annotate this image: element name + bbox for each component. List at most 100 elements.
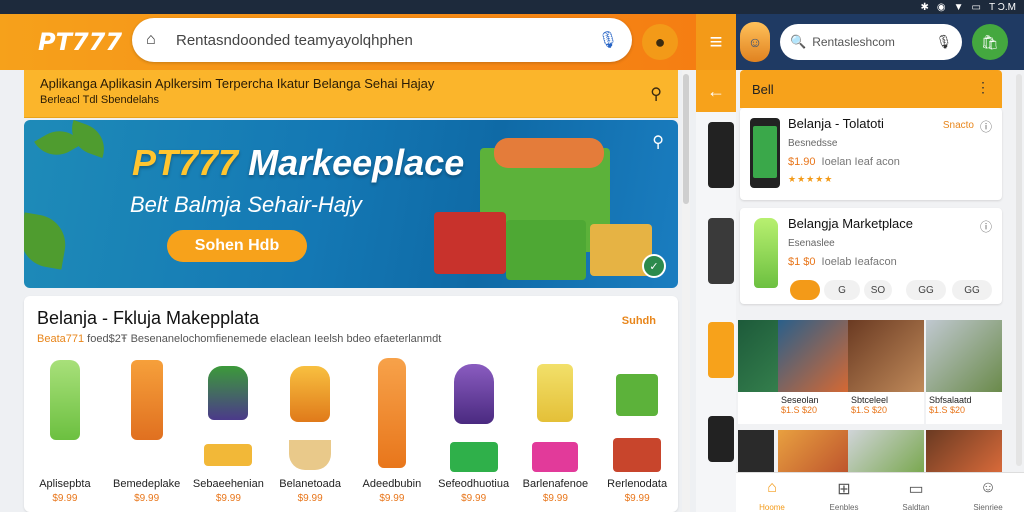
cart-icon: 🛍 [981, 33, 999, 50]
right-top-bar: ≡ ☺ 🔍 🎙 🛍 [696, 14, 1024, 70]
product-card[interactable]: Rerlenodata $9.99 [596, 356, 678, 506]
product-price: $9.99 [624, 493, 650, 504]
back-button[interactable]: ← [696, 70, 736, 112]
grid-tile[interactable]: Sbfsalaatd $1.S $20 [926, 320, 1002, 424]
mascot-avatar[interactable]: ☺ [740, 22, 770, 62]
product-name: Aplisepbta [39, 478, 91, 490]
right-scrollbar[interactable] [1016, 74, 1022, 466]
signal-icon: ▼ [953, 1, 964, 13]
product-name: Sefeodhuotiua [438, 478, 510, 490]
product-card[interactable]: Barlenafenoe $9.99 [515, 356, 597, 506]
product-row: Aplisepbta $9.99 Bemedeplake $9.99 Sebae… [24, 356, 678, 506]
product-name: Sebaeehenian [192, 478, 264, 490]
nav-chat[interactable]: ▭ Saldtan [880, 473, 952, 512]
battery-icon: ▭ [971, 1, 981, 13]
product-image [130, 360, 163, 440]
action-chip[interactable] [790, 280, 820, 300]
card-price: $1.90 Ioelan Ieaf acon [788, 156, 900, 168]
product-name: Bemedeplake [112, 478, 181, 490]
product-card[interactable]: Aplisepbta $9.99 [24, 356, 106, 506]
right-search-bar[interactable]: 🔍 🎙 [780, 24, 962, 60]
product-card[interactable]: Adeedbubin $9.99 [351, 356, 433, 506]
home-icon: ⌂ [767, 479, 777, 496]
tagline-bar: Aplikanga Aplikasin Aplkersim Terpercha … [24, 70, 678, 118]
mic-icon[interactable]: 🎙 [935, 34, 952, 50]
price-meta: Ioelab Ieafacon [821, 256, 897, 268]
tile-image [926, 430, 1002, 472]
search-bar[interactable]: ⌂ 🎙 [132, 18, 632, 62]
product-image [289, 440, 332, 470]
panel-header-title: Bell [752, 81, 774, 97]
hamburger-icon: ≡ [709, 29, 723, 54]
phone-thumbnail[interactable] [708, 218, 734, 284]
phone-thumbnail[interactable] [708, 322, 734, 378]
grid-tile[interactable]: Sbtceleel $1.S $20 [848, 320, 924, 424]
action-chip[interactable]: GG [906, 280, 946, 300]
nav-label: Saldtan [902, 503, 930, 512]
product-price: $9.99 [542, 493, 568, 504]
product-card[interactable]: Belangja Marketplace ⓘ Esenaslee $1 $0 Io… [740, 208, 1002, 304]
grid-tile[interactable] [848, 430, 924, 472]
action-chip[interactable]: GG [952, 280, 992, 300]
search-icon[interactable]: ⚲ [652, 132, 664, 152]
grid-tile[interactable] [738, 430, 774, 472]
product-section: Belanja - Fkluja Makepplata Suhdh Beata7… [24, 296, 678, 512]
grocery-basket-image [506, 220, 586, 280]
tile-price: $1.S $20 [851, 405, 888, 415]
more-icon[interactable]: ⋮ [976, 79, 990, 96]
section-title: Belanja - Fkluja Makepplata [37, 308, 260, 328]
product-card[interactable]: Belanja - Tolatoti Snacto ⓘ Besnedsse $1… [740, 108, 1002, 200]
menu-button[interactable]: ≡ [696, 14, 736, 70]
tagline-text: Aplikanga Aplikasin Aplkersim Terpercha … [40, 76, 435, 91]
tagline-subtext: Berleacl Tdl Sbendelahs [40, 94, 160, 106]
product-card[interactable]: Sefeodhuotiua $9.99 [433, 356, 515, 506]
bottom-nav: ⌂ Hoome ⊞ Eenbles ▭ Saldtan ☺ Sienriee [736, 472, 1024, 512]
info-icon[interactable]: ⓘ [980, 218, 992, 235]
action-chip[interactable]: SO [864, 280, 892, 300]
nav-profile[interactable]: ☺ Sienriee [952, 473, 1024, 512]
product-card[interactable]: Belanetoada $9.99 [269, 356, 351, 506]
shield-icon[interactable]: ✓ [642, 254, 666, 278]
banner-cta-button[interactable]: Sohen Hdb [167, 230, 307, 262]
banner-title-accent: PT777 [132, 142, 239, 183]
scrollbar-thumb[interactable] [683, 74, 689, 204]
price-value: $1 $0 [788, 256, 816, 268]
panel-header: Bell ⋮ [740, 70, 1002, 108]
banner-title: PT777 Markeeplace [132, 142, 464, 184]
search-icon[interactable]: ⚲ [650, 84, 662, 104]
product-price: $9.99 [215, 493, 241, 504]
arrow-left-icon: ← [707, 80, 725, 101]
right-search-input[interactable] [812, 35, 936, 49]
home-icon[interactable]: ⌂ [146, 31, 168, 49]
account-button[interactable]: ● [642, 24, 678, 60]
grocery-basket-image [434, 212, 506, 274]
card-title: Belanja - Tolatoti [788, 116, 884, 131]
nav-label: Sienriee [973, 503, 1003, 512]
side-column: ← [696, 70, 736, 512]
promo-banner[interactable]: PT777 Markeeplace Belt Balmja Sehair-Haj… [24, 120, 678, 288]
action-chip[interactable]: G [824, 280, 860, 300]
phone-thumbnail[interactable] [708, 122, 734, 188]
app-logo[interactable]: PT777 [0, 28, 128, 56]
nav-home[interactable]: ⌂ Hoome [736, 473, 808, 512]
bluetooth-icon: ✱ [920, 1, 929, 13]
profile-icon: ☺ [979, 479, 997, 496]
card-title: Belangja Marketplace [788, 216, 914, 231]
subtitle-accent: Beata771 [37, 333, 85, 345]
product-card[interactable]: Bemedeplake $9.99 [106, 356, 188, 506]
tile-image [848, 430, 924, 472]
mic-icon[interactable]: 🎙 [598, 30, 618, 50]
search-input[interactable] [176, 31, 594, 49]
product-image [532, 442, 579, 472]
tile-label: Sbtceleel [851, 395, 889, 405]
grid-tile[interactable] [926, 430, 1002, 472]
cart-button[interactable]: 🛍 [972, 24, 1008, 60]
product-price: $9.99 [461, 493, 487, 504]
product-image [290, 366, 331, 422]
phone-thumbnail[interactable] [708, 416, 734, 462]
see-all-link[interactable]: Suhdh [622, 315, 656, 327]
nav-categories[interactable]: ⊞ Eenbles [808, 473, 880, 512]
info-icon[interactable]: ⓘ [980, 118, 992, 135]
top-bar: PT777 ⌂ 🎙 ● [0, 14, 735, 70]
product-card[interactable]: Sebaeehenian $9.99 [188, 356, 270, 506]
